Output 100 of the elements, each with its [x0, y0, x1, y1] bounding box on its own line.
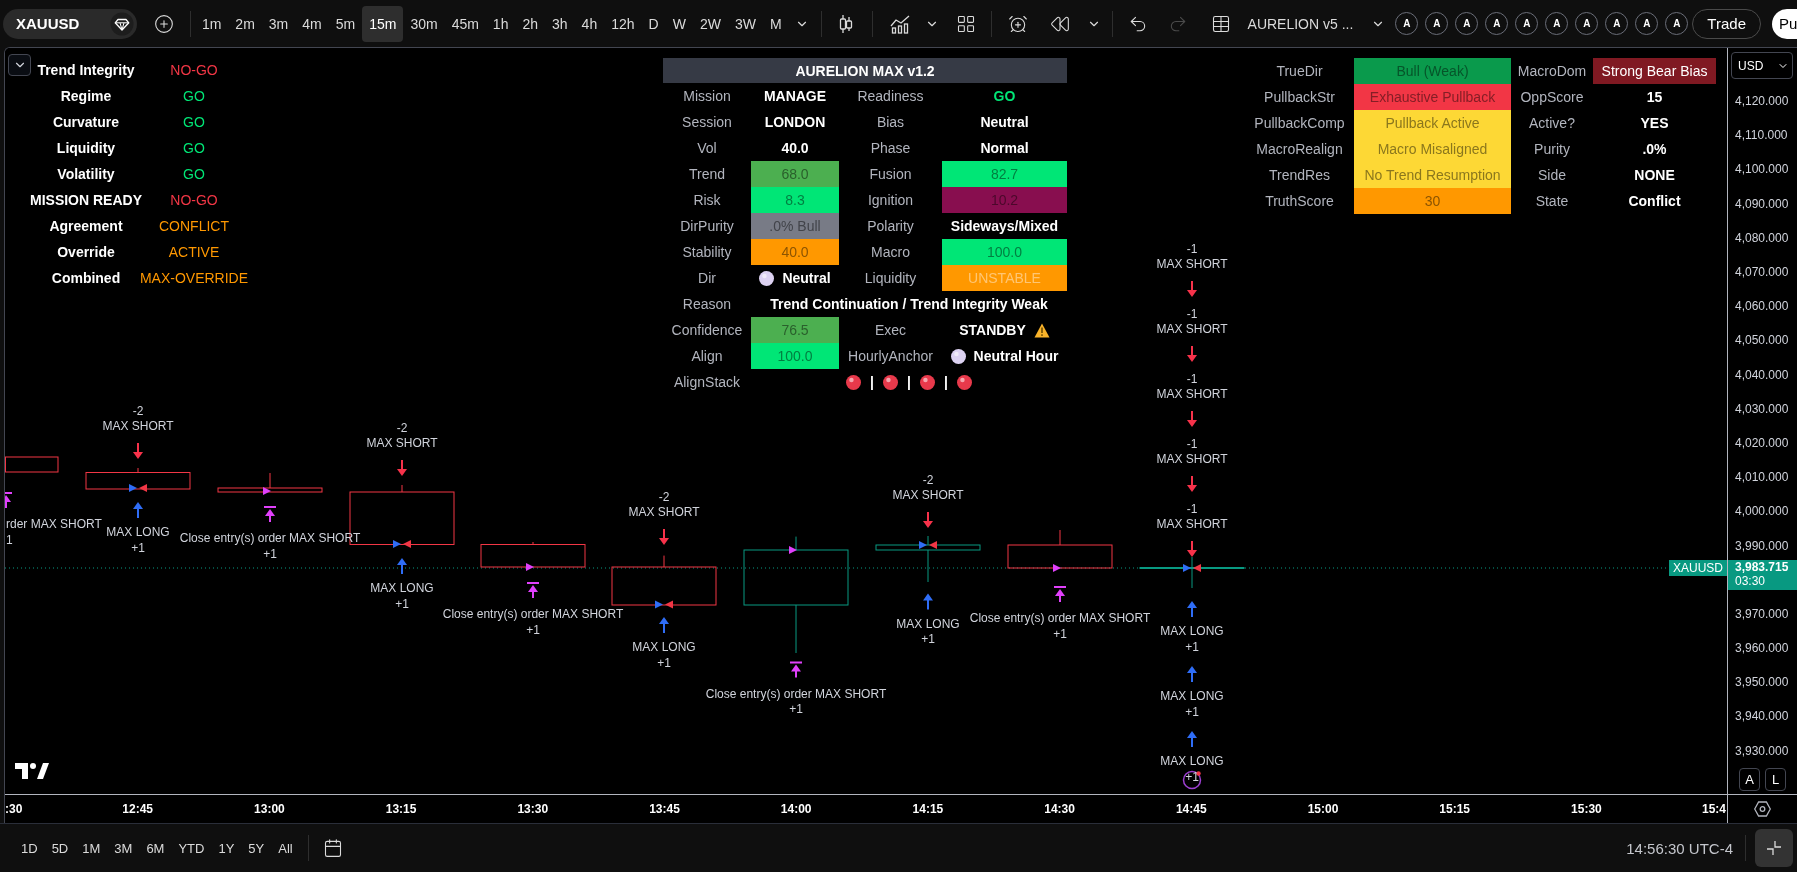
metric-label: Confidence	[671, 322, 743, 338]
order-label: MAX SHORT	[1156, 517, 1228, 531]
timeframe-tab[interactable]: 3W	[727, 5, 763, 42]
indicator-dropdown[interactable]: AURELION v5 ...	[1247, 8, 1386, 39]
order-quantity: +1	[789, 702, 803, 716]
timeframe-tab[interactable]: 3h	[545, 5, 575, 42]
time-label: 14:15	[912, 802, 944, 816]
metric-value: STANDBY	[959, 322, 1026, 338]
metric-label: OppScore	[1520, 89, 1584, 105]
range-button[interactable]: All	[271, 834, 300, 862]
order-quantity: +1	[1053, 626, 1067, 641]
metric-label: Trend	[688, 166, 726, 182]
timeframe-tab[interactable]: 1h	[485, 5, 516, 42]
metric-label: Dir	[698, 270, 716, 286]
price-tick: 4,020.000	[1735, 435, 1789, 450]
time-label: 13:45	[649, 802, 680, 816]
timeframe-tab[interactable]: 4h	[574, 5, 605, 42]
timeframe-tab[interactable]: 2m	[228, 5, 262, 42]
timeframe-tab[interactable]: 2W	[692, 5, 728, 42]
currency-dropdown[interactable]: USD	[1731, 52, 1793, 79]
metric-value: .0%	[1642, 141, 1667, 157]
order-quantity: 1	[6, 532, 13, 547]
status-value: GO	[183, 114, 205, 130]
range-button[interactable]: 5Y	[241, 834, 272, 862]
range-button[interactable]: 1D	[14, 834, 45, 862]
range-button[interactable]: YTD	[171, 834, 212, 862]
metric-label: Reason	[682, 296, 732, 312]
settings-icon[interactable]	[1754, 801, 1771, 817]
metric-value: 10.2	[942, 187, 1067, 213]
grid-icon[interactable]	[955, 13, 976, 34]
timeframe-tab[interactable]: 3m	[261, 5, 296, 42]
down-arrow-icon	[1187, 476, 1197, 492]
order-quantity: +1	[921, 632, 935, 646]
timeframe-tab[interactable]: 5m	[328, 5, 363, 42]
price-tick: 4,070.000	[1735, 265, 1789, 280]
range-button[interactable]: 5D	[44, 834, 76, 862]
price-tick: 4,090.000	[1735, 196, 1789, 211]
order-label: MAX SHORT	[1156, 387, 1228, 401]
status-label: Agreement	[49, 218, 123, 234]
timeframe-tab[interactable]: M	[762, 5, 789, 42]
time-label: 15:30	[1571, 802, 1602, 816]
collapse-button[interactable]	[1755, 829, 1793, 867]
metric-value: Macro Misaligned	[1354, 136, 1511, 162]
metric-label: MacroDom	[1517, 63, 1587, 79]
chart-bars-icon[interactable]	[889, 13, 910, 34]
down-arrow-icon	[659, 529, 669, 545]
scale-button[interactable]: L	[1765, 767, 1786, 791]
metric-label: Side	[1538, 167, 1566, 183]
order-label: MAX SHORT	[1156, 452, 1228, 466]
metric-value: 40.0	[781, 140, 809, 156]
metric-label: PullbackStr	[1264, 89, 1335, 105]
scale-button[interactable]: A	[1739, 767, 1760, 791]
metric-value: Trend Continuation / Trend Integrity Weak	[770, 296, 1048, 312]
timeframe-tab[interactable]: 1m	[194, 5, 229, 42]
range-button[interactable]: 3M	[107, 834, 140, 862]
up-arrow-bar-icon	[264, 506, 276, 522]
metric-value: 100.0	[751, 343, 839, 369]
separator-text: |	[943, 374, 948, 390]
metric-value: Sideways/Mixed	[950, 218, 1059, 234]
calendar-icon[interactable]	[322, 838, 343, 858]
order-quantity: +1	[1185, 769, 1199, 784]
triangle-pair-icon	[1183, 564, 1201, 572]
triangle-icon	[789, 546, 797, 554]
timeframe-tab[interactable]: W	[665, 5, 693, 42]
order-quantity: +1	[263, 546, 277, 561]
publish-button[interactable]: Pu	[1772, 8, 1797, 39]
timeframe-tab[interactable]: 30m	[403, 5, 445, 42]
timeframe-tab[interactable]: 45m	[444, 5, 486, 42]
corner-arrows-icon[interactable]	[1766, 840, 1782, 856]
status-value: NO-GO	[170, 192, 218, 208]
price-tick: 4,060.000	[1735, 299, 1789, 314]
range-button[interactable]: 1M	[75, 834, 108, 862]
order-label: MAX SHORT	[892, 488, 964, 502]
plus-circle-icon[interactable]	[153, 13, 174, 34]
table-icon[interactable]	[1210, 13, 1231, 34]
timeframe-tab[interactable]: D	[641, 5, 666, 42]
metric-label: Fusion	[869, 166, 912, 182]
range-button[interactable]: 1Y	[211, 834, 242, 862]
metric-label: Mission	[683, 88, 731, 104]
time-label: 15:4	[1701, 802, 1726, 816]
symbol-search-button[interactable]: XAUUSD	[3, 8, 137, 39]
timeframe-tab[interactable]: 12h	[604, 5, 642, 42]
timeframe-tab[interactable]: 15m	[362, 5, 404, 42]
up-arrow-bar-icon	[790, 661, 802, 678]
order-quantity: +1	[526, 622, 540, 637]
timeframe-tab[interactable]: 4m	[295, 5, 329, 42]
metric-value: Neutral	[782, 270, 831, 286]
timeframe-tab[interactable]: 2h	[515, 5, 545, 42]
triangle-icon	[1053, 564, 1061, 572]
separator-text: |	[870, 374, 875, 390]
range-button[interactable]: 6M	[139, 834, 172, 862]
status-label: Liquidity	[56, 140, 116, 156]
triangle-pair-icon	[655, 600, 673, 609]
alarm-clock-plus-icon[interactable]	[1007, 13, 1028, 34]
price-tick: 4,100.000	[1735, 162, 1789, 177]
price-tick: 3,990.000	[1735, 538, 1789, 553]
up-arrow-icon	[1187, 731, 1197, 747]
status-label: Combined	[51, 270, 121, 286]
order-quantity: -2	[132, 403, 144, 418]
time-label: 14:30	[1044, 802, 1075, 816]
